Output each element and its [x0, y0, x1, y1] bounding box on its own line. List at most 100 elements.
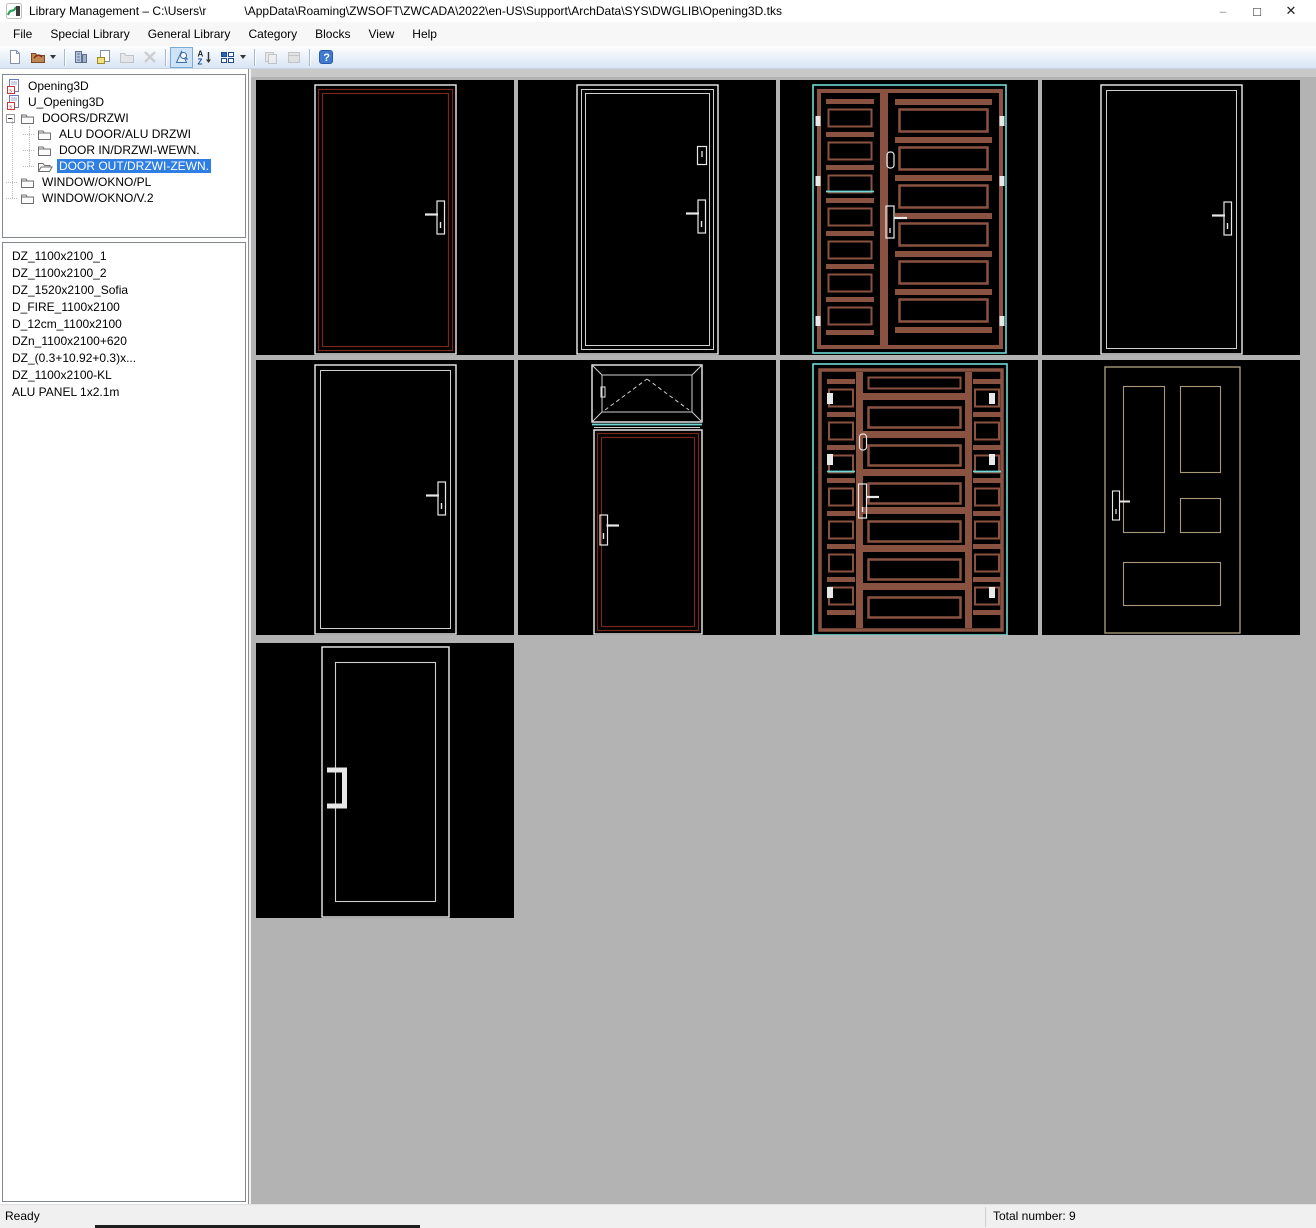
- tree-item-label: DOOR OUT/DRZWI-ZEWN.: [57, 159, 211, 173]
- block-list-item-dz-0-3-10-92-0-3-x[interactable]: DZ_(0.3+10.92+0.3)x...: [3, 350, 245, 367]
- tree-item-alu-door-alu-drzwi[interactable]: ALU DOOR/ALU DRZWI: [3, 126, 245, 142]
- folder-icon: [20, 192, 36, 205]
- svg-text:?: ?: [323, 52, 330, 64]
- tree-item-doors-drzwi[interactable]: DOORS/DRZWI: [3, 110, 245, 126]
- toolbar-separator: [165, 49, 166, 66]
- block-list-item-dz-1100x2100-2[interactable]: DZ_1100x2100_2: [3, 265, 245, 282]
- folder-icon: [20, 112, 36, 125]
- folder-gray-icon: [119, 49, 135, 65]
- locate-icon: [174, 49, 190, 65]
- folder-icon: [20, 176, 36, 189]
- page-icon: [7, 49, 23, 65]
- maximize-button[interactable]: □: [1240, 0, 1274, 22]
- import-block-button[interactable]: [259, 47, 282, 68]
- chevron-down-icon[interactable]: [50, 55, 56, 59]
- block-thumbnail-1[interactable]: [256, 80, 514, 355]
- close-button[interactable]: ✕: [1274, 0, 1308, 22]
- minimize-button[interactable]: –: [1206, 0, 1240, 22]
- block-preview-grid: [251, 69, 1316, 1204]
- block-list: DZ_1100x2100_1DZ_1100x2100_2DZ_1520x2100…: [2, 242, 246, 1202]
- block-thumbnail-2[interactable]: [518, 80, 776, 355]
- tree-item-label: U_Opening3D: [26, 95, 106, 109]
- rename-block-button[interactable]: [115, 47, 138, 68]
- menu-item-view[interactable]: View: [359, 23, 403, 45]
- folder-brown-icon: [30, 49, 46, 65]
- block-list-item-dzn-1100x2100-620[interactable]: DZn_1100x2100+620: [3, 333, 245, 350]
- x-mark-icon: [142, 49, 158, 65]
- library-icon: s: [6, 95, 22, 110]
- package-gray-icon: [286, 49, 302, 65]
- library-icon: s: [6, 79, 22, 94]
- block-list-item-alu-panel-1x2-1m[interactable]: ALU PANEL 1x2.1m: [3, 384, 245, 401]
- block-thumbnail-4[interactable]: [1042, 80, 1300, 355]
- folder-icon: [37, 128, 53, 141]
- block-thumbnail-3[interactable]: [780, 80, 1038, 355]
- status-ready-text: Ready: [5, 1209, 40, 1223]
- toolbar: AZ?: [0, 46, 1316, 69]
- sort-az-button[interactable]: AZ: [193, 47, 216, 68]
- menu-item-blocks[interactable]: Blocks: [306, 23, 359, 45]
- tree-item-door-out-drzwi-zewn[interactable]: DOOR OUT/DRZWI-ZEWN.: [3, 158, 245, 174]
- sort-az-icon: AZ: [197, 49, 213, 65]
- pages-gray-icon: [263, 49, 279, 65]
- tree-item-label: Opening3D: [26, 79, 91, 93]
- tree-item-label: DOORS/DRZWI: [40, 111, 131, 125]
- window-title-path: \AppData\Roaming\ZWSOFT\ZWCADA\2022\en-U…: [244, 4, 782, 18]
- tree-item-label: ALU DOOR/ALU DRZWI: [57, 127, 193, 141]
- svg-text:Z: Z: [197, 58, 202, 66]
- tree-item-u-opening3d[interactable]: s U_Opening3D: [3, 94, 245, 110]
- tree-item-window-okno-v-2[interactable]: WINDOW/OKNO/V.2: [3, 190, 245, 206]
- block-list-item-d-12cm-1100x2100[interactable]: D_12cm_1100x2100: [3, 316, 245, 333]
- tree-item-label: DOOR IN/DRZWI-WEWN.: [57, 143, 202, 157]
- svg-text:s: s: [9, 102, 12, 109]
- window-title: Library Management – C:\Users\r: [29, 4, 206, 18]
- grid-view-icon: [220, 49, 236, 65]
- chevron-down-icon[interactable]: [240, 55, 246, 59]
- tree-item-window-okno-pl[interactable]: WINDOW/OKNO/PL: [3, 174, 245, 190]
- toolbar-separator: [64, 49, 65, 66]
- preview-grid-top-edge: [251, 69, 1316, 77]
- block-thumbnail-8[interactable]: [1042, 360, 1300, 635]
- block-list-item-dz-1100x2100-1[interactable]: DZ_1100x2100_1: [3, 248, 245, 265]
- menu-bar: FileSpecial LibraryGeneral LibraryCatego…: [0, 22, 1316, 46]
- tree-item-label: WINDOW/OKNO/PL: [40, 175, 153, 189]
- title-bar: Library Management – C:\Users\r \AppData…: [0, 0, 1316, 22]
- new-block-button[interactable]: [69, 47, 92, 68]
- folder-icon: [37, 144, 53, 157]
- menu-item-file[interactable]: File: [4, 23, 41, 45]
- toolbar-separator: [254, 49, 255, 66]
- app-logo-icon: [6, 3, 22, 19]
- menu-item-special-library[interactable]: Special Library: [41, 23, 138, 45]
- block-thumbnail-5[interactable]: [256, 360, 514, 635]
- export-block-button[interactable]: [282, 47, 305, 68]
- expander-minus-icon[interactable]: [6, 114, 20, 123]
- toolbar-separator: [309, 49, 310, 66]
- help-button[interactable]: ?: [314, 47, 337, 68]
- open-library-button[interactable]: [26, 47, 49, 68]
- block-list-item-d-fire-1100x2100[interactable]: D_FIRE_1100x2100: [3, 299, 245, 316]
- block-list-item-dz-1520x2100-sofia[interactable]: DZ_1520x2100_Sofia: [3, 282, 245, 299]
- block-building-icon: [73, 49, 89, 65]
- menu-item-help[interactable]: Help: [403, 23, 446, 45]
- block-thumbnail-9[interactable]: [256, 643, 514, 918]
- folder-open-icon: [37, 160, 53, 173]
- delete-block-button[interactable]: [138, 47, 161, 68]
- page-paste-icon: [96, 49, 112, 65]
- help-icon: ?: [318, 49, 334, 65]
- left-panel: s Opening3D s U_Opening3D DOORS/DRZWI ALU DOO…: [0, 69, 249, 1204]
- tree-item-label: WINDOW/OKNO/V.2: [40, 191, 156, 205]
- locate-block-button[interactable]: [170, 47, 193, 68]
- new-library-button[interactable]: [3, 47, 26, 68]
- menu-item-general-library[interactable]: General Library: [139, 23, 240, 45]
- view-mode-button[interactable]: [216, 47, 239, 68]
- window-controls: – □ ✕: [1206, 0, 1308, 22]
- status-divider: [985, 1207, 986, 1227]
- tree-item-opening3d[interactable]: s Opening3D: [3, 78, 245, 94]
- block-thumbnail-7[interactable]: [780, 360, 1038, 635]
- tree-item-door-in-drzwi-wewn[interactable]: DOOR IN/DRZWI-WEWN.: [3, 142, 245, 158]
- block-thumbnail-6[interactable]: [518, 360, 776, 635]
- menu-item-category[interactable]: Category: [239, 23, 306, 45]
- paste-block-button[interactable]: [92, 47, 115, 68]
- block-list-item-dz-1100x2100-kl[interactable]: DZ_1100x2100-KL: [3, 367, 245, 384]
- svg-text:s: s: [9, 86, 12, 93]
